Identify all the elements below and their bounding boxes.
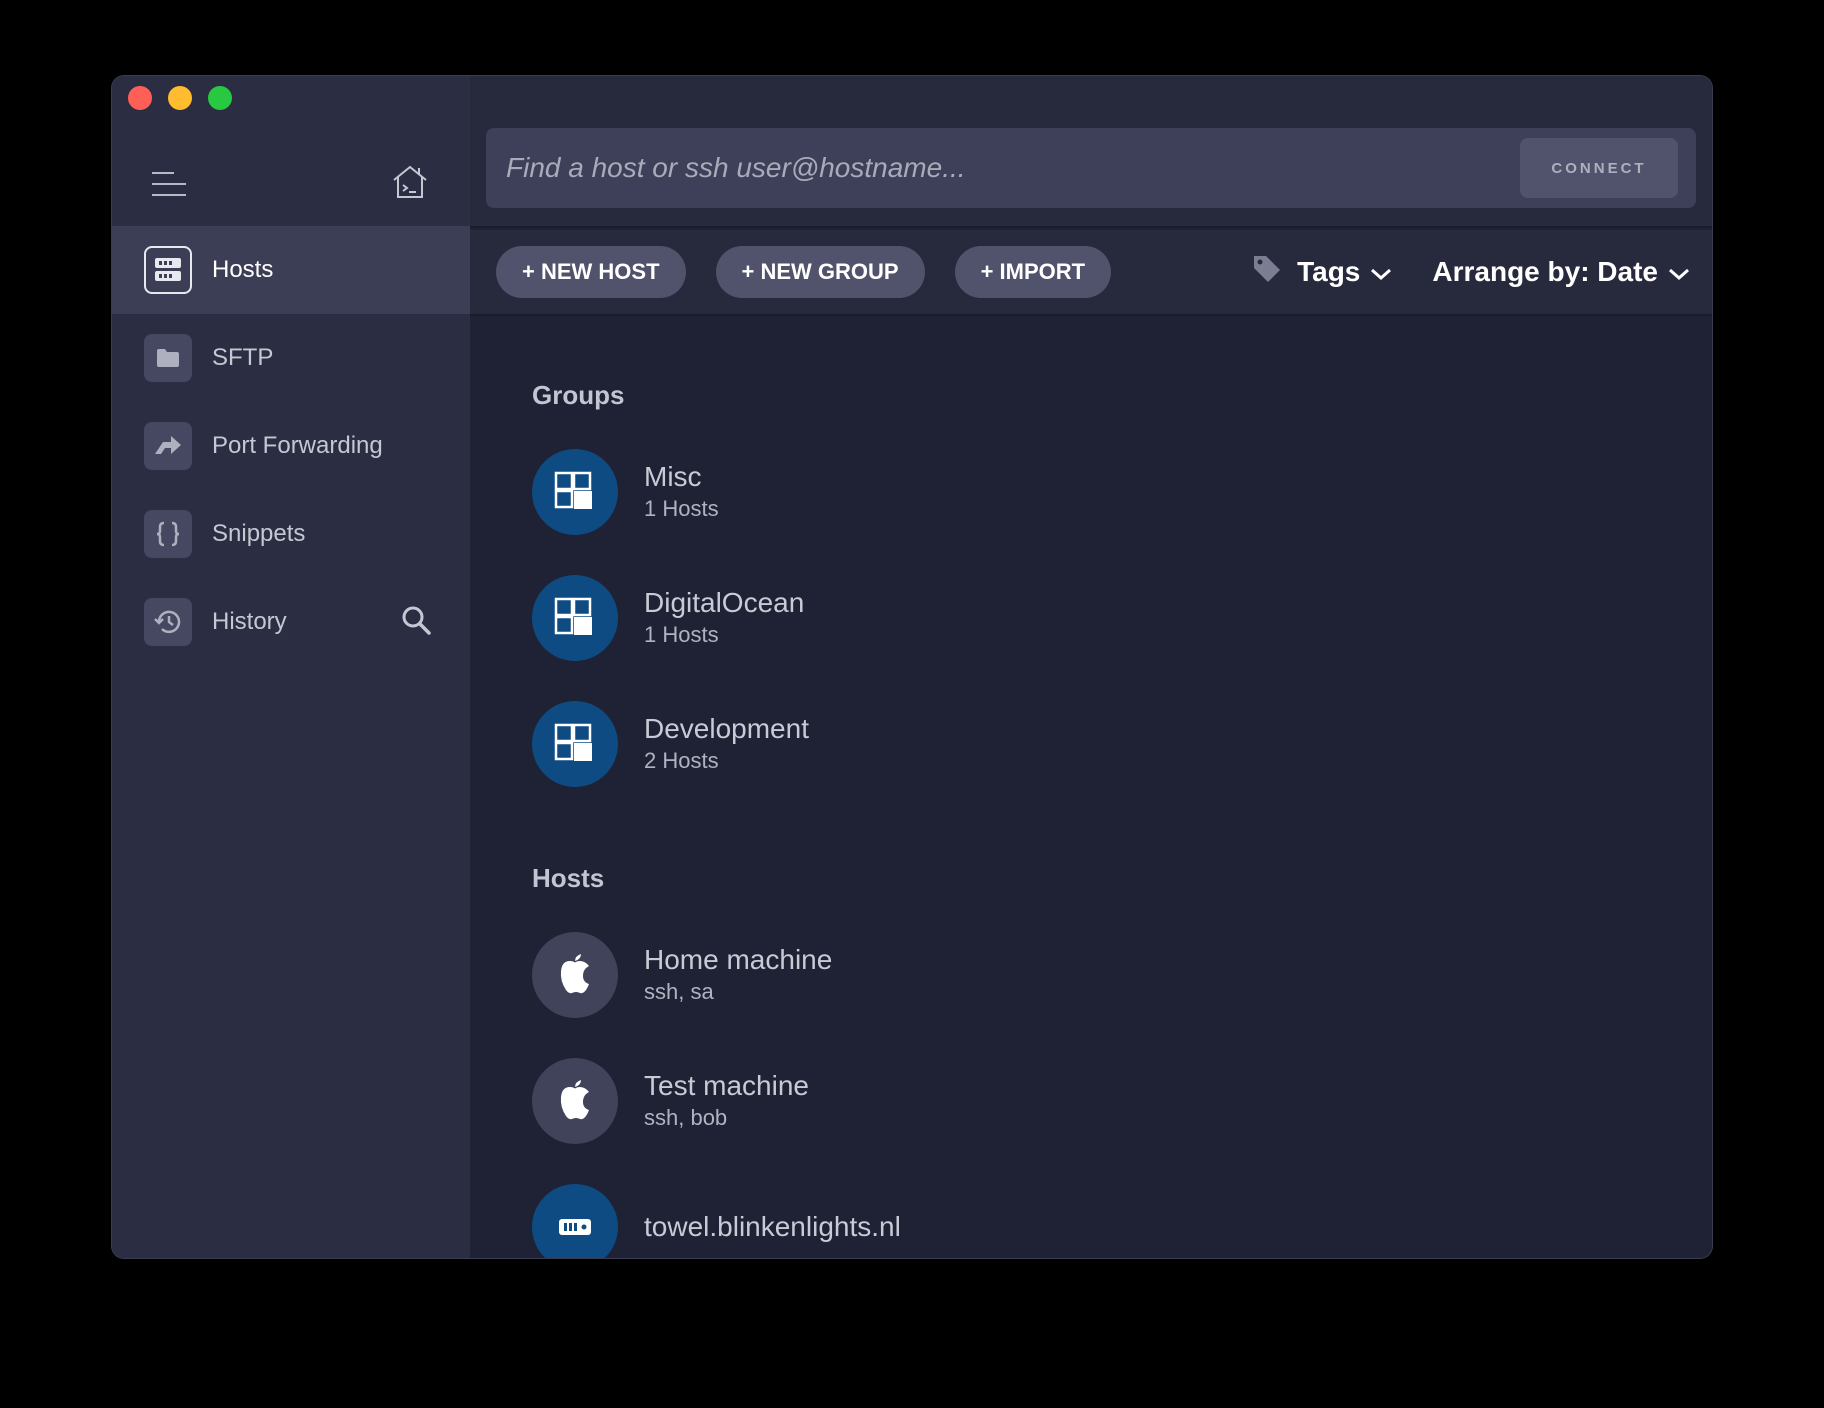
group-item-misc[interactable]: Misc 1 Hosts [532,449,1712,535]
host-item-towel-blinkenlights[interactable]: towel.blinkenlights.nl [532,1184,1712,1258]
chevron-down-icon [1668,256,1690,288]
sidebar-nav: Hosts SFTP Port Forwarding Snippets Hist… [112,226,470,666]
arrange-label: Arrange by: Date [1432,256,1658,287]
group-text: Misc 1 Hosts [644,460,719,524]
apple-icon [532,1058,618,1144]
group-name: Development [644,713,809,744]
chevron-down-icon [1370,256,1392,288]
sidebar-item-hosts[interactable]: Hosts [112,226,470,314]
content-area: Groups Misc 1 Hosts DigitalOcean 1 Hosts… [532,316,1712,1258]
tags-dropdown[interactable]: Tags [1251,253,1392,292]
hosts-list: Home machine ssh, sa Test machine ssh, b… [532,932,1712,1258]
forward-icon [144,422,192,470]
group-count: 1 Hosts [644,496,719,521]
group-icon [532,575,618,661]
new-host-button[interactable]: + NEW HOST [496,246,686,298]
braces-icon [144,510,192,558]
search-input[interactable] [486,128,1520,208]
search-history-icon[interactable] [400,604,432,641]
history-icon [144,598,192,646]
sidebar-header [152,164,430,204]
tag-icon [1251,253,1283,292]
groups-list: Misc 1 Hosts DigitalOcean 1 Hosts Develo… [532,449,1712,787]
hamburger-icon[interactable] [152,172,186,196]
folder-icon [144,334,192,382]
app-window: Hosts SFTP Port Forwarding Snippets Hist… [112,76,1712,1258]
close-window-button[interactable] [128,86,152,110]
group-text: DigitalOcean 1 Hosts [644,586,804,650]
search-bar: CONNECT [486,128,1696,208]
sidebar-item-sftp[interactable]: SFTP [112,314,470,402]
apple-icon [532,932,618,1018]
tags-label: Tags [1297,256,1361,287]
host-detail: ssh, bob [644,1105,728,1130]
arrange-by-dropdown[interactable]: Arrange by: Date [1432,256,1690,288]
host-item-home-machine[interactable]: Home machine ssh, sa [532,932,1712,1018]
sidebar-item-label: Hosts [212,256,274,283]
sidebar-item-label: History [212,608,287,635]
group-name: Misc [644,461,702,492]
group-count: 2 Hosts [644,748,719,773]
sidebar-item-label: Snippets [212,520,306,547]
traffic-lights [128,86,232,110]
host-text: Test machine ssh, bob [644,1069,809,1133]
connect-button[interactable]: CONNECT [1520,138,1678,198]
host-item-test-machine[interactable]: Test machine ssh, bob [532,1058,1712,1144]
top-bar: CONNECT [470,76,1712,228]
host-text: Home machine ssh, sa [644,943,832,1007]
toolbar-right: Tags Arrange by: Date [1251,230,1690,314]
host-text: towel.blinkenlights.nl [644,1210,901,1244]
toolbar: + NEW HOST + NEW GROUP + IMPORT Tags Arr… [470,230,1712,316]
groups-section-title: Groups [532,380,625,410]
sidebar-item-snippets[interactable]: Snippets [112,490,470,578]
minimize-window-button[interactable] [168,86,192,110]
group-icon [532,701,618,787]
hosts-section-title: Hosts [532,863,605,893]
host-detail: ssh, sa [644,979,714,1004]
new-group-button[interactable]: + NEW GROUP [715,246,925,298]
group-icon [532,449,618,535]
hosts-icon [144,246,192,294]
sidebar-item-port-forwarding[interactable]: Port Forwarding [112,402,470,490]
host-name: towel.blinkenlights.nl [644,1211,901,1242]
import-button[interactable]: + IMPORT [954,246,1112,298]
group-item-development[interactable]: Development 2 Hosts [532,701,1712,787]
server-icon [532,1184,618,1258]
group-item-digitalocean[interactable]: DigitalOcean 1 Hosts [532,575,1712,661]
host-name: Test machine [644,1070,809,1101]
home-terminal-icon[interactable] [390,164,430,205]
sidebar: Hosts SFTP Port Forwarding Snippets Hist… [112,76,470,1258]
main-panel: CONNECT + NEW HOST + NEW GROUP + IMPORT … [470,76,1712,1258]
sidebar-item-label: SFTP [212,344,274,371]
group-count: 1 Hosts [644,622,719,647]
zoom-window-button[interactable] [208,86,232,110]
group-text: Development 2 Hosts [644,712,809,776]
group-name: DigitalOcean [644,587,805,618]
sidebar-item-history[interactable]: History [112,578,470,666]
sidebar-item-label: Port Forwarding [212,432,383,459]
host-name: Home machine [644,944,833,975]
